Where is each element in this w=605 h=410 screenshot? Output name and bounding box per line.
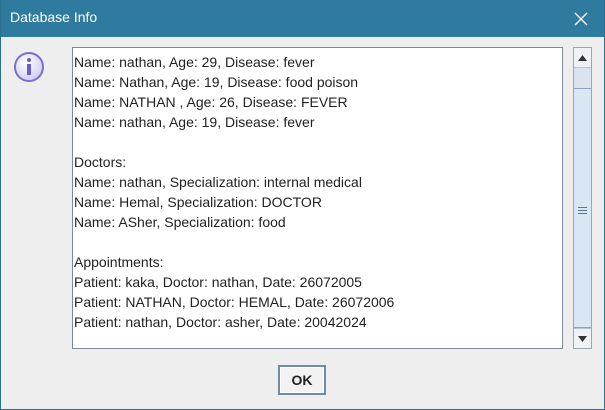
window-title: Database Info bbox=[10, 9, 98, 25]
scroll-up-button[interactable] bbox=[574, 48, 591, 68]
scroll-thumb[interactable] bbox=[574, 88, 591, 328]
info-line: Patient: kaka, Doctor: nathan, Date: 260… bbox=[74, 274, 362, 290]
info-text-area[interactable]: Name: nathan, Age: 29, Disease: fever Nam… bbox=[72, 47, 563, 349]
grip-icon bbox=[578, 207, 587, 216]
info-line: Name: nathan, Age: 29, Disease: fever bbox=[74, 54, 315, 70]
info-line bbox=[74, 132, 394, 152]
info-line: Name: Nathan, Age: 19, Disease: food poi… bbox=[74, 74, 359, 90]
info-line: Appointments: bbox=[74, 254, 164, 270]
arrow-down-icon bbox=[578, 335, 587, 342]
info-line: Name: Hemal, Specialization: DOCTOR bbox=[74, 194, 322, 210]
info-icon bbox=[14, 52, 44, 82]
info-line: Name: nathan, Specialization: internal m… bbox=[74, 174, 362, 190]
dialog-window: Database Info Name: nathan, Age: 29, Dis… bbox=[0, 0, 605, 410]
info-line: Patient: nathan, Doctor: asher, Date: 20… bbox=[74, 314, 367, 330]
info-line: Patient: NATHAN, Doctor: HEMAL, Date: 26… bbox=[74, 294, 395, 310]
info-text: Name: nathan, Age: 29, Disease: fever Nam… bbox=[74, 52, 394, 332]
info-line bbox=[74, 232, 394, 252]
scroll-down-button[interactable] bbox=[574, 328, 591, 348]
info-line: Doctors: bbox=[74, 154, 127, 170]
vertical-scrollbar[interactable] bbox=[573, 47, 592, 349]
info-line: Name: ASher, Specialization: food bbox=[74, 214, 286, 230]
title-bar[interactable]: Database Info bbox=[1, 0, 604, 37]
close-button[interactable] bbox=[558, 0, 604, 37]
info-line: Name: NATHAN , Age: 26, Disease: FEVER bbox=[74, 94, 348, 110]
close-icon bbox=[574, 12, 588, 25]
info-line: Name: nathan, Age: 19, Disease: fever bbox=[74, 114, 315, 130]
ok-button[interactable]: OK bbox=[278, 365, 326, 395]
arrow-up-icon bbox=[578, 54, 587, 61]
